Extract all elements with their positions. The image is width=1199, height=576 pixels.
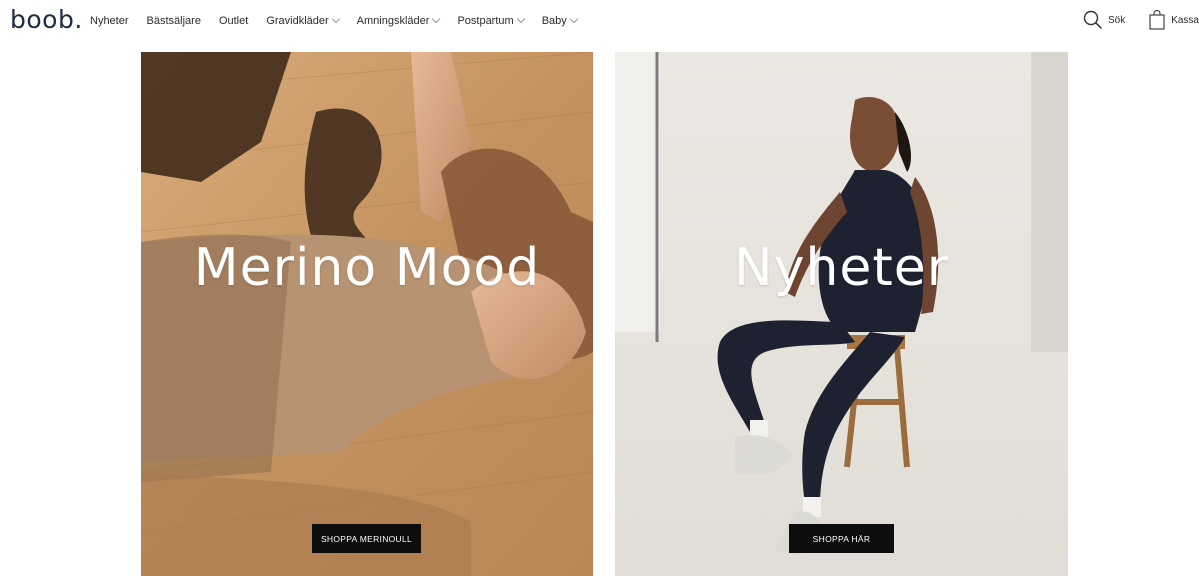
nav-item-nyheter[interactable]: Nyheter <box>90 13 129 29</box>
cart-label: Kassa <box>1171 14 1199 26</box>
hero-card-nyheter[interactable]: Nyheter SHOPPA HÄR <box>615 52 1068 576</box>
shop-merino-button[interactable]: SHOPPA MERINOULL <box>312 524 421 553</box>
chevron-down-icon <box>516 14 525 24</box>
nav-item-amningsklader[interactable]: Amningskläder <box>357 13 441 29</box>
hero-card-merino[interactable]: Merino Mood SHOPPA MERINOULL <box>141 52 593 576</box>
nav-item-bastsaljare[interactable]: Bästsäljare <box>147 13 201 29</box>
nav-item-outlet[interactable]: Outlet <box>219 13 248 29</box>
nav-item-postpartum[interactable]: Postpartum <box>457 13 525 29</box>
search-icon <box>1083 10 1102 30</box>
hero-image-merino <box>141 52 593 576</box>
brand-logo[interactable]: boob. <box>10 5 83 35</box>
hero-title-merino: Merino Mood <box>193 238 541 298</box>
search-button[interactable]: Sök <box>1083 10 1125 30</box>
nav-item-baby[interactable]: Baby <box>542 13 579 29</box>
header-tools: Sök Kassa <box>1083 10 1199 30</box>
chevron-down-icon <box>331 14 340 24</box>
site-header: boob. Nyheter Bästsäljare Outlet Gravidk… <box>0 0 1199 44</box>
chevron-down-icon <box>432 14 441 24</box>
shop-new-button[interactable]: SHOPPA HÄR <box>789 524 894 553</box>
shopping-bag-icon <box>1149 10 1165 30</box>
chevron-down-icon <box>569 14 579 24</box>
search-label: Sök <box>1107 14 1126 26</box>
cart-button[interactable]: Kassa <box>1149 10 1199 30</box>
hero-title-nyheter: Nyheter <box>733 238 950 298</box>
main-nav: Nyheter Bästsäljare Outlet Gravidkläder … <box>90 13 595 29</box>
hero-image-nyheter <box>615 52 1068 576</box>
nav-item-gravidklader[interactable]: Gravidkläder <box>266 13 340 29</box>
